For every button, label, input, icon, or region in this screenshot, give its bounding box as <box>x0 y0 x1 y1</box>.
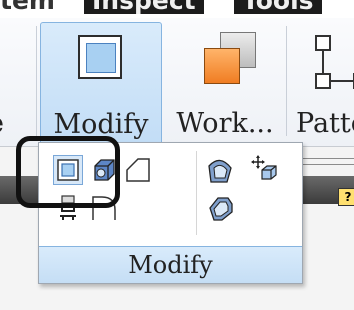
pattern-icon <box>315 35 354 89</box>
ribbon-button-partial-label: e <box>0 108 4 139</box>
menu-item-tools[interactable]: Tools <box>234 0 322 14</box>
chamfer-tool-icon <box>126 158 150 182</box>
help-icon[interactable]: ? <box>338 188 354 206</box>
work-features-icon <box>204 32 260 88</box>
modify-panel-footer[interactable]: Modify <box>39 246 302 283</box>
round-tool-button[interactable] <box>205 193 235 223</box>
highlight-box <box>16 136 120 208</box>
move-face-tool-button[interactable] <box>249 153 279 183</box>
ribbon-separator <box>36 26 37 136</box>
draft-tool-button[interactable] <box>205 155 235 185</box>
draft-tool-icon <box>208 159 232 183</box>
work-ribbon-label: Work... <box>176 108 274 139</box>
pattern-ribbon-button[interactable]: Patte <box>290 22 354 144</box>
modify-icon <box>78 35 122 79</box>
ribbon-button-partial[interactable]: e <box>0 22 10 144</box>
pattern-ribbon-label: Patte <box>296 108 354 139</box>
modify-ribbon-button[interactable]: Modify <box>40 22 162 146</box>
panel-divider <box>196 151 197 235</box>
ribbon-separator <box>286 26 287 136</box>
chamfer-tool-button[interactable] <box>123 155 153 185</box>
move-face-tool-icon <box>251 155 277 180</box>
round-tool-icon <box>209 197 233 221</box>
menu-bar: tem Inspect Tools <box>0 0 354 18</box>
slider-track <box>300 158 354 165</box>
work-ribbon-button[interactable]: Work... <box>166 22 284 144</box>
menu-item-partial[interactable]: tem <box>0 0 63 14</box>
ribbon: e Modify Work... Patte <box>0 18 354 147</box>
menu-item-inspect[interactable]: Inspect <box>84 0 204 14</box>
